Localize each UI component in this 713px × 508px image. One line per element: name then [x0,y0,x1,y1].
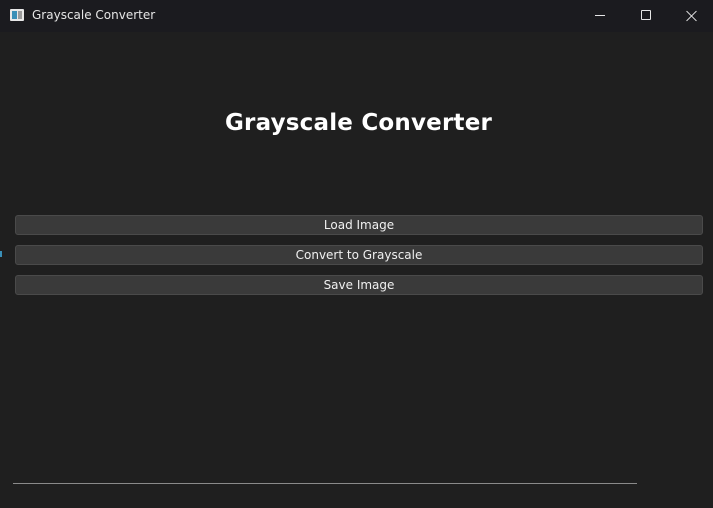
window-edge-marker [0,251,2,257]
minimize-icon [595,15,605,16]
convert-to-grayscale-button[interactable]: Convert to Grayscale [15,245,703,265]
minimize-button[interactable] [577,0,623,32]
maximize-button[interactable] [623,0,669,32]
close-icon [686,10,698,22]
load-image-button[interactable]: Load Image [15,215,703,235]
window-title: Grayscale Converter [32,8,156,22]
app-icon [10,9,24,21]
close-button[interactable] [669,0,713,32]
maximize-icon [641,10,651,20]
page-title: Grayscale Converter [224,110,493,136]
app-window: Grayscale Converter Grayscale Converter … [0,0,713,508]
title-bar[interactable]: Grayscale Converter [0,0,713,32]
save-image-button[interactable]: Save Image [15,275,703,295]
progress-bar [13,483,637,484]
